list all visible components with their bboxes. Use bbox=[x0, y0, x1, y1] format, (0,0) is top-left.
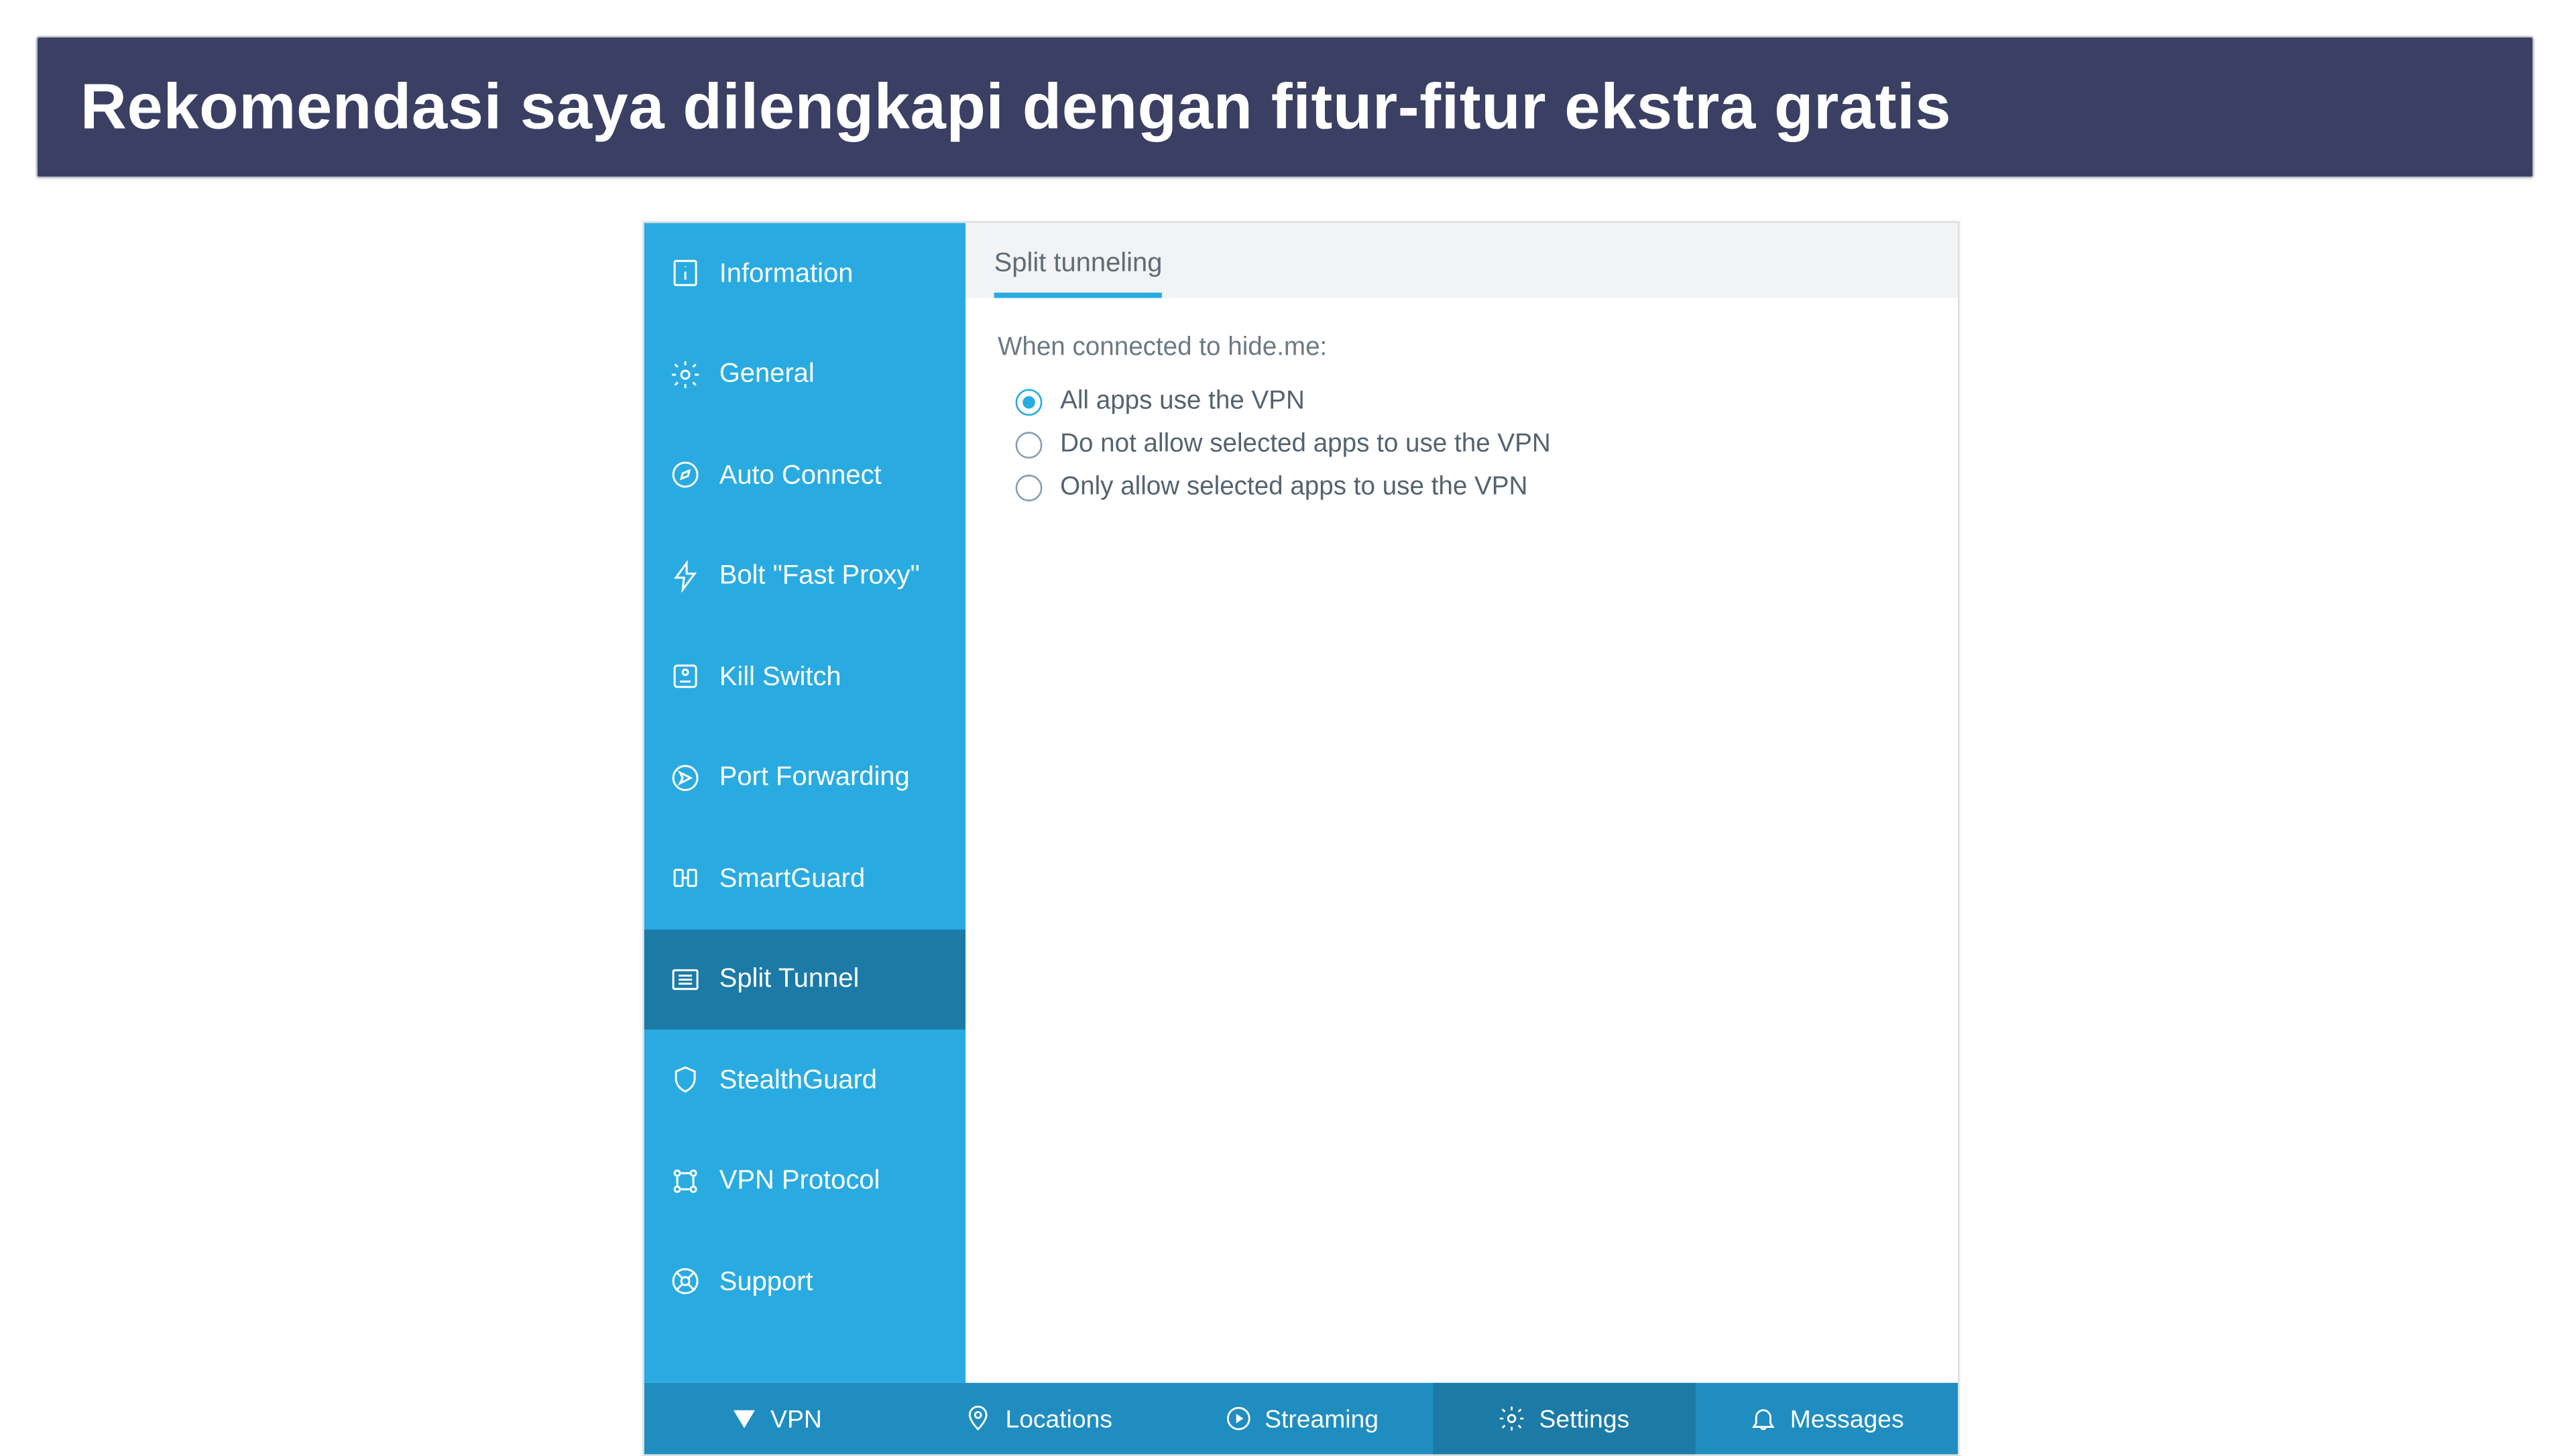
content-pane: Split tunneling When connected to hide.m… bbox=[966, 223, 1958, 1383]
sidebar-item-vpn-protocol[interactable]: VPN Protocol bbox=[644, 1130, 966, 1231]
sidebar-item-label: General bbox=[719, 359, 815, 389]
nav-item-streaming[interactable]: Streaming bbox=[1170, 1383, 1433, 1454]
split-tunnel-icon bbox=[669, 963, 701, 995]
pin-icon bbox=[964, 1404, 993, 1433]
sidebar-item-kill-switch[interactable]: Kill Switch bbox=[644, 626, 966, 727]
sidebar-item-smartguard[interactable]: SmartGuard bbox=[644, 828, 966, 928]
sidebar-item-port-forwarding[interactable]: Port Forwarding bbox=[644, 727, 966, 828]
sidebar-item-label: Bolt "Fast Proxy" bbox=[719, 560, 920, 591]
sidebar-item-auto-connect[interactable]: Auto Connect bbox=[644, 425, 966, 526]
nav-label: Settings bbox=[1539, 1404, 1630, 1433]
prompt-text: When connected to hide.me: bbox=[998, 334, 1926, 363]
sidebar-item-support[interactable]: Support bbox=[644, 1231, 966, 1332]
radio-option-deny-selected[interactable]: Do not allow selected apps to use the VP… bbox=[998, 423, 1926, 466]
forward-icon bbox=[669, 762, 701, 794]
sidebar-item-label: Split Tunnel bbox=[719, 964, 860, 994]
nav-label: Messages bbox=[1790, 1404, 1904, 1433]
radio-button-icon bbox=[1016, 388, 1043, 415]
banner: Rekomendasi saya dilengkapi dengan fitur… bbox=[36, 36, 2534, 178]
cog-icon bbox=[1498, 1404, 1527, 1433]
nav-item-settings[interactable]: Settings bbox=[1432, 1383, 1695, 1454]
info-icon bbox=[669, 257, 701, 290]
gear-icon bbox=[669, 358, 701, 390]
nav-item-messages[interactable]: Messages bbox=[1695, 1383, 1958, 1454]
sidebar-item-label: Support bbox=[719, 1266, 813, 1296]
sidebar-item-label: StealthGuard bbox=[719, 1065, 877, 1095]
sidebar-item-stealthguard[interactable]: StealthGuard bbox=[644, 1030, 966, 1130]
nav-label: Streaming bbox=[1265, 1404, 1379, 1433]
sidebar-item-label: Information bbox=[719, 258, 854, 288]
content-header: Split tunneling bbox=[966, 223, 1958, 298]
tab-split-tunneling[interactable]: Split tunneling bbox=[994, 248, 1163, 298]
app-window: Information General Auto Connect Bolt "F… bbox=[642, 221, 1959, 1456]
play-icon bbox=[1224, 1404, 1252, 1433]
radio-button-icon bbox=[1016, 474, 1043, 501]
radio-label: All apps use the VPN bbox=[1060, 387, 1305, 416]
content-body: When connected to hide.me: All apps use … bbox=[966, 298, 1958, 544]
bottom-nav: VPN Locations Streaming Settings Message… bbox=[644, 1383, 1958, 1454]
radio-label: Only allow selected apps to use the VPN bbox=[1060, 473, 1527, 501]
radio-option-allow-selected[interactable]: Only allow selected apps to use the VPN bbox=[998, 466, 1926, 509]
sidebar-item-label: Kill Switch bbox=[719, 662, 841, 692]
protocol-icon bbox=[669, 1164, 701, 1197]
radio-label: Do not allow selected apps to use the VP… bbox=[1060, 430, 1551, 459]
compass-icon bbox=[669, 459, 701, 491]
nav-item-vpn[interactable]: VPN bbox=[644, 1383, 907, 1454]
smartguard-icon bbox=[669, 862, 701, 894]
switch-icon bbox=[669, 661, 701, 693]
bell-icon bbox=[1749, 1404, 1778, 1433]
shield-icon bbox=[669, 1064, 701, 1096]
sidebar-item-label: SmartGuard bbox=[719, 863, 865, 894]
bolt-icon bbox=[669, 560, 701, 592]
sidebar-item-information[interactable]: Information bbox=[644, 223, 966, 324]
support-icon bbox=[669, 1266, 701, 1298]
nav-item-locations[interactable]: Locations bbox=[907, 1383, 1170, 1454]
sidebar-item-general[interactable]: General bbox=[644, 324, 966, 424]
sidebar-item-label: Auto Connect bbox=[719, 460, 882, 490]
radio-button-icon bbox=[1016, 431, 1043, 458]
sidebar-item-split-tunnel[interactable]: Split Tunnel bbox=[644, 928, 966, 1029]
window-body: Information General Auto Connect Bolt "F… bbox=[644, 223, 1958, 1383]
radio-option-all-apps[interactable]: All apps use the VPN bbox=[998, 380, 1926, 423]
nav-label: Locations bbox=[1005, 1404, 1112, 1433]
sidebar-item-bolt[interactable]: Bolt "Fast Proxy" bbox=[644, 526, 966, 626]
nav-label: VPN bbox=[770, 1404, 822, 1433]
sidebar: Information General Auto Connect Bolt "F… bbox=[644, 223, 966, 1383]
sidebar-item-label: VPN Protocol bbox=[719, 1166, 880, 1196]
vpn-icon bbox=[729, 1404, 758, 1433]
sidebar-item-label: Port Forwarding bbox=[719, 762, 910, 792]
banner-text: Rekomendasi saya dilengkapi dengan fitur… bbox=[80, 70, 1951, 145]
